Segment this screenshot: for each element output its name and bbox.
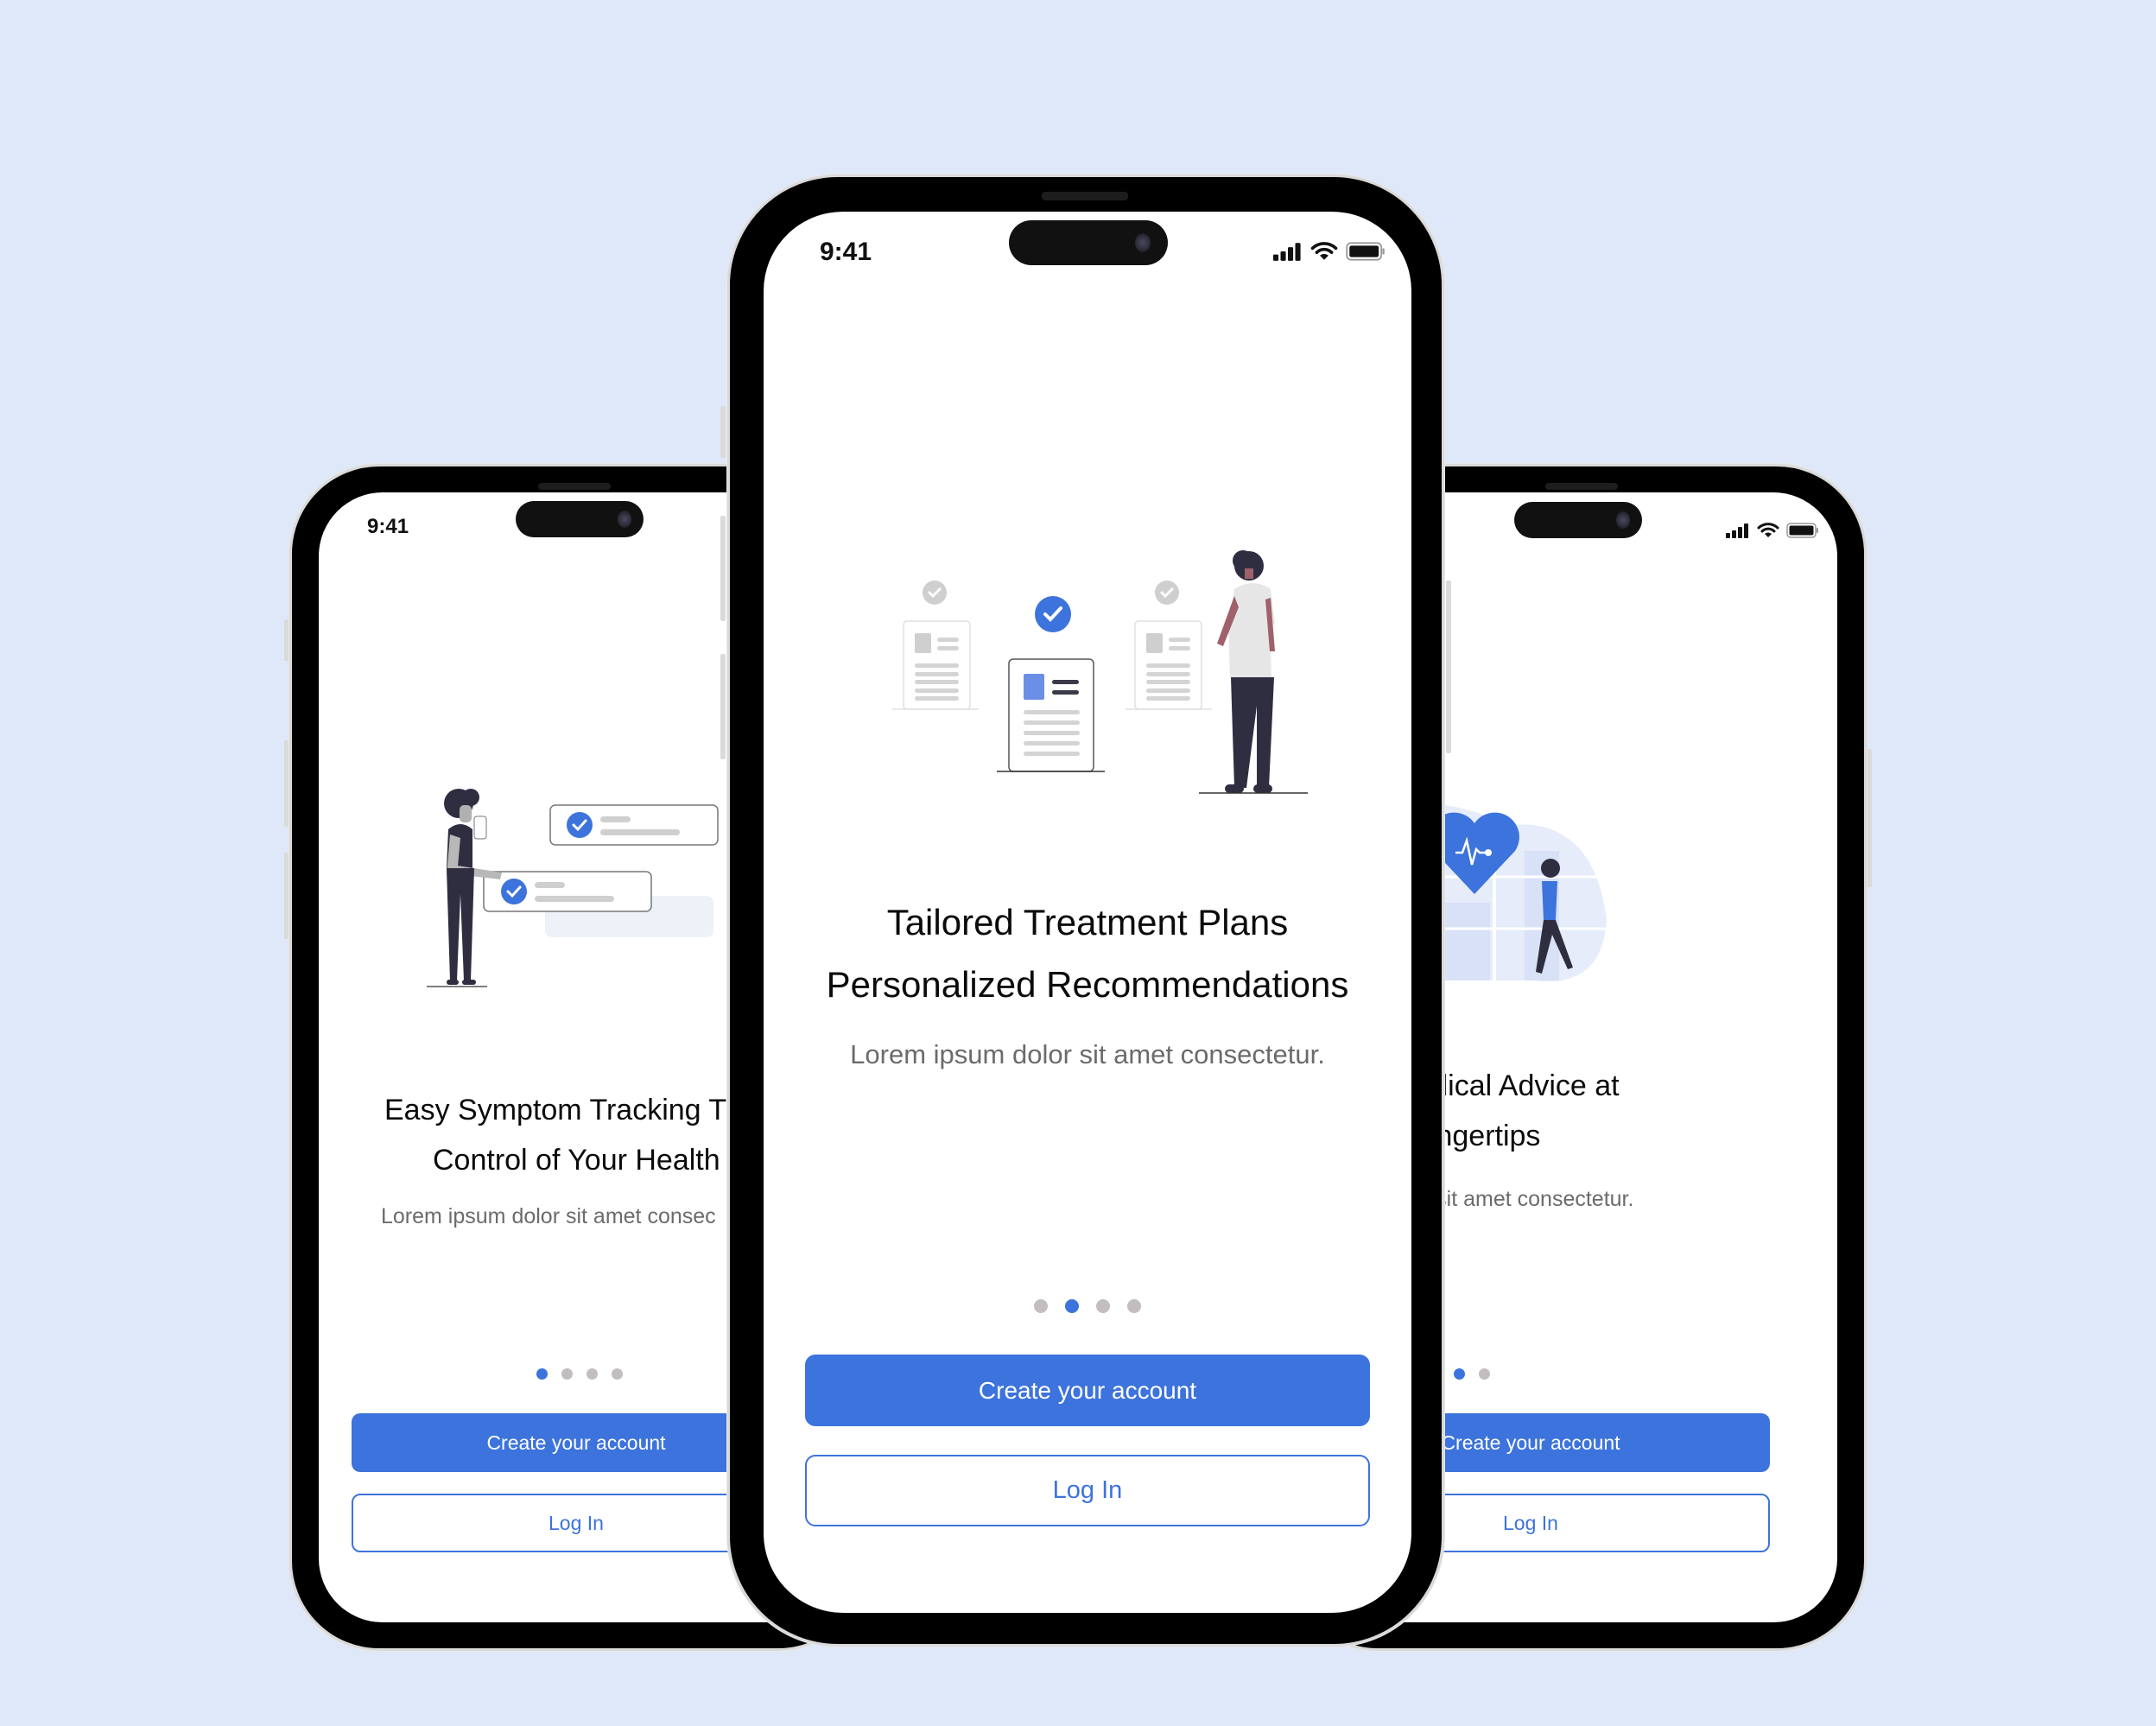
page-dot-active[interactable] — [1065, 1299, 1079, 1313]
page-dot[interactable] — [587, 1368, 598, 1380]
page-dot[interactable] — [612, 1368, 623, 1380]
status-icons — [1273, 242, 1386, 261]
speaker-grille — [538, 483, 611, 490]
dynamic-island — [1009, 220, 1168, 265]
speaker-grille — [1042, 192, 1128, 200]
phone-center: 9:41 Tailored Treatment Plans Personaliz… — [720, 175, 1451, 1647]
camera-icon — [618, 511, 631, 528]
status-time: 9:41 — [367, 515, 409, 538]
page-dot-active[interactable] — [1454, 1368, 1465, 1380]
check-icon — [567, 812, 593, 838]
side-button — [720, 516, 726, 621]
create-account-button[interactable]: Create your account — [805, 1355, 1370, 1426]
title-line: Personalized Recommendations — [826, 964, 1349, 1005]
title-line: Tailored Treatment Plans — [886, 902, 1289, 942]
side-button — [720, 654, 726, 759]
cellular-signal-icon — [1726, 524, 1748, 538]
check-icon — [501, 879, 527, 904]
camera-icon — [1135, 233, 1151, 252]
side-button — [1446, 581, 1451, 753]
pagination-dots — [764, 1299, 1411, 1313]
onboarding-title: Tailored Treatment Plans Personalized Re… — [764, 892, 1411, 1016]
treatment-plans-illustration — [892, 550, 1308, 794]
login-button[interactable]: Log In — [805, 1455, 1370, 1526]
status-time: 9:41 — [820, 238, 872, 266]
page-dot[interactable] — [1096, 1299, 1110, 1313]
page-dot-active[interactable] — [536, 1368, 548, 1380]
side-button — [1867, 749, 1872, 887]
page-dot[interactable] — [561, 1368, 573, 1380]
page-dot[interactable] — [1127, 1299, 1141, 1313]
speaker-grille — [1545, 483, 1618, 490]
wifi-icon — [1757, 523, 1779, 537]
page-dot[interactable] — [1479, 1368, 1490, 1380]
battery-icon — [1786, 523, 1818, 538]
dynamic-island — [1514, 502, 1642, 538]
battery-icon — [1346, 242, 1385, 261]
status-icons — [1726, 523, 1819, 538]
dynamic-island — [516, 501, 644, 537]
page-dot[interactable] — [1034, 1299, 1048, 1313]
wifi-icon — [1310, 242, 1338, 260]
onboarding-subtitle: Lorem ipsum dolor sit amet consectetur. — [850, 1039, 1325, 1069]
camera-icon — [1616, 511, 1630, 529]
cellular-signal-icon — [1273, 243, 1301, 261]
side-button — [720, 406, 726, 458]
phone-screen: 9:41 — [764, 212, 1411, 1613]
